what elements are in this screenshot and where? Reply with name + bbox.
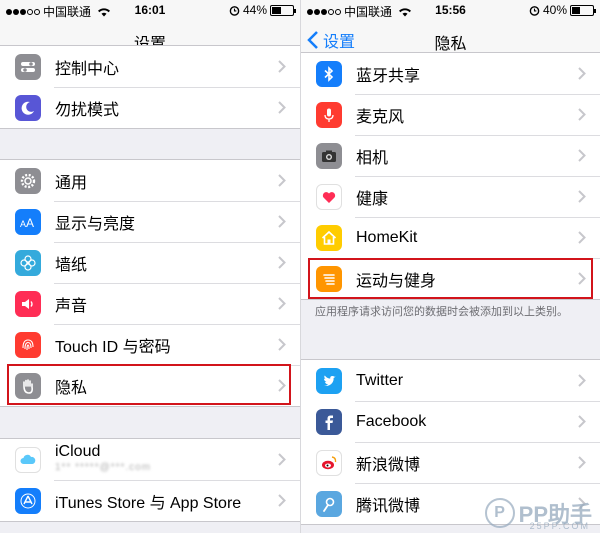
chevron-right-icon bbox=[278, 215, 286, 228]
privacy-item-homekit[interactable]: HomeKit bbox=[301, 217, 600, 258]
chevron-right-icon bbox=[578, 415, 586, 428]
chevron-right-icon bbox=[578, 272, 586, 285]
chevron-right-icon bbox=[578, 190, 586, 203]
row-label: iCloud bbox=[55, 443, 101, 460]
alarm-icon bbox=[529, 5, 540, 16]
sidebar-item-display[interactable]: AA 显示与亮度 bbox=[0, 201, 300, 242]
hand-icon bbox=[15, 372, 41, 399]
control-center-icon bbox=[15, 53, 41, 80]
privacy-item-facebook[interactable]: Facebook bbox=[301, 401, 600, 442]
status-bar: 中国联通 16:01 44% bbox=[0, 0, 300, 20]
row-label: 墙纸 bbox=[55, 256, 88, 274]
row-label: 腾讯微博 bbox=[356, 497, 421, 515]
motion-icon bbox=[316, 265, 342, 292]
privacy-item-microphone[interactable]: 麦克风 bbox=[301, 94, 600, 135]
chevron-right-icon bbox=[278, 297, 286, 310]
chevron-right-icon bbox=[278, 338, 286, 351]
fingerprint-icon bbox=[15, 331, 41, 358]
sidebar-item-sounds[interactable]: 声音 bbox=[0, 283, 300, 324]
privacy-item-camera[interactable]: 相机 bbox=[301, 135, 600, 176]
privacy-group-services: 蓝牙共享 麦克风 相机 健康 HomeKit 运动与健身 bbox=[301, 52, 600, 300]
row-label: 隐私 bbox=[55, 379, 88, 397]
microphone-icon bbox=[316, 101, 342, 128]
flower-icon bbox=[15, 249, 41, 276]
privacy-item-bluetooth[interactable]: 蓝牙共享 bbox=[301, 53, 600, 94]
row-label: 相机 bbox=[356, 149, 389, 167]
facebook-icon bbox=[316, 408, 342, 435]
camera-icon bbox=[316, 142, 342, 169]
cloud-icon bbox=[15, 446, 41, 473]
sidebar-item-wallpaper[interactable]: 墙纸 bbox=[0, 242, 300, 283]
heart-icon bbox=[316, 183, 342, 210]
settings-group-main: 通用 AA 显示与亮度 墙纸 声音 Touch ID 与密码 隐私 bbox=[0, 159, 300, 407]
chevron-right-icon bbox=[578, 456, 586, 469]
privacy-item-sina-weibo[interactable]: 新浪微博 bbox=[301, 442, 600, 483]
moon-icon bbox=[15, 94, 41, 121]
gear-icon bbox=[15, 167, 41, 194]
row-label: iTunes Store 与 App Store bbox=[55, 494, 242, 512]
watermark-domain: 25PP.COM bbox=[529, 521, 590, 531]
tencent-weibo-icon bbox=[316, 490, 342, 517]
bluetooth-icon bbox=[316, 60, 342, 87]
settings-screen: 中国联通 16:01 44% 设置 控制中心 勿扰模式 bbox=[0, 0, 300, 533]
twitter-icon bbox=[316, 367, 342, 394]
settings-group-top: 控制中心 勿扰模式 bbox=[0, 45, 300, 129]
chevron-right-icon bbox=[578, 108, 586, 121]
pp-assistant-watermark: P PP助手 25PP.COM bbox=[484, 497, 592, 531]
settings-group-accounts: iCloud 1** *****@***.com iTunes Store 与 … bbox=[0, 438, 300, 522]
battery-percent: 44% bbox=[242, 3, 267, 17]
battery-icon bbox=[270, 4, 296, 16]
row-label: HomeKit bbox=[356, 228, 418, 246]
sidebar-item-icloud[interactable]: iCloud 1** *****@***.com bbox=[0, 439, 300, 480]
chevron-right-icon bbox=[278, 453, 286, 466]
chevron-right-icon bbox=[278, 174, 286, 187]
sidebar-item-touch-id[interactable]: Touch ID 与密码 bbox=[0, 324, 300, 365]
row-label: 新浪微博 bbox=[356, 456, 421, 474]
row-label: 通用 bbox=[55, 174, 88, 192]
chevron-right-icon bbox=[278, 60, 286, 73]
row-label: 勿扰模式 bbox=[55, 101, 120, 119]
row-label: 声音 bbox=[55, 297, 88, 315]
chevron-right-icon bbox=[578, 149, 586, 162]
row-label: 显示与亮度 bbox=[55, 215, 136, 233]
chevron-right-icon bbox=[278, 379, 286, 392]
privacy-item-motion-fitness[interactable]: 运动与健身 bbox=[301, 258, 600, 299]
row-label: 控制中心 bbox=[55, 60, 120, 78]
row-label: 麦克风 bbox=[356, 108, 405, 126]
alarm-icon bbox=[229, 5, 240, 16]
battery-icon bbox=[570, 4, 596, 16]
weibo-icon bbox=[316, 449, 342, 476]
chevron-right-icon bbox=[278, 494, 286, 507]
chevron-right-icon bbox=[578, 231, 586, 244]
row-label: 蓝牙共享 bbox=[356, 67, 421, 85]
row-label: 健康 bbox=[356, 190, 389, 208]
speaker-icon bbox=[15, 290, 41, 317]
text-size-icon: AA bbox=[15, 208, 41, 235]
account-email: 1** *****@***.com bbox=[55, 462, 152, 473]
chevron-right-icon bbox=[578, 374, 586, 387]
sidebar-item-general[interactable]: 通用 bbox=[0, 160, 300, 201]
row-label: 运动与健身 bbox=[356, 272, 437, 290]
chevron-right-icon bbox=[578, 67, 586, 80]
sidebar-item-do-not-disturb[interactable]: 勿扰模式 bbox=[0, 87, 300, 128]
chevron-right-icon bbox=[278, 101, 286, 114]
sidebar-item-itunes-app-store[interactable]: iTunes Store 与 App Store bbox=[0, 480, 300, 521]
page-title: 隐私 bbox=[434, 36, 467, 53]
privacy-item-twitter[interactable]: Twitter bbox=[301, 360, 600, 401]
row-label: Twitter bbox=[356, 371, 404, 389]
row-label: Touch ID 与密码 bbox=[55, 338, 171, 356]
sidebar-item-control-center[interactable]: 控制中心 bbox=[0, 46, 300, 87]
status-bar: 中国联通 15:56 40% bbox=[301, 0, 600, 20]
home-icon bbox=[316, 224, 342, 251]
svg-text:A: A bbox=[26, 216, 34, 230]
privacy-item-health[interactable]: 健康 bbox=[301, 176, 600, 217]
privacy-screen: 中国联通 15:56 40% 设置 隐私 蓝牙共享 麦克风 相机 健康 Home… bbox=[300, 0, 600, 533]
pp-logo-icon: P bbox=[484, 498, 515, 528]
sidebar-item-privacy[interactable]: 隐私 bbox=[0, 365, 300, 406]
app-store-icon bbox=[15, 487, 41, 514]
row-label: Facebook bbox=[356, 412, 427, 430]
chevron-right-icon bbox=[278, 256, 286, 269]
privacy-footnote: 应用程序请求访问您的数据时会被添加到以上类别。 bbox=[315, 306, 568, 318]
battery-percent: 40% bbox=[542, 3, 567, 17]
